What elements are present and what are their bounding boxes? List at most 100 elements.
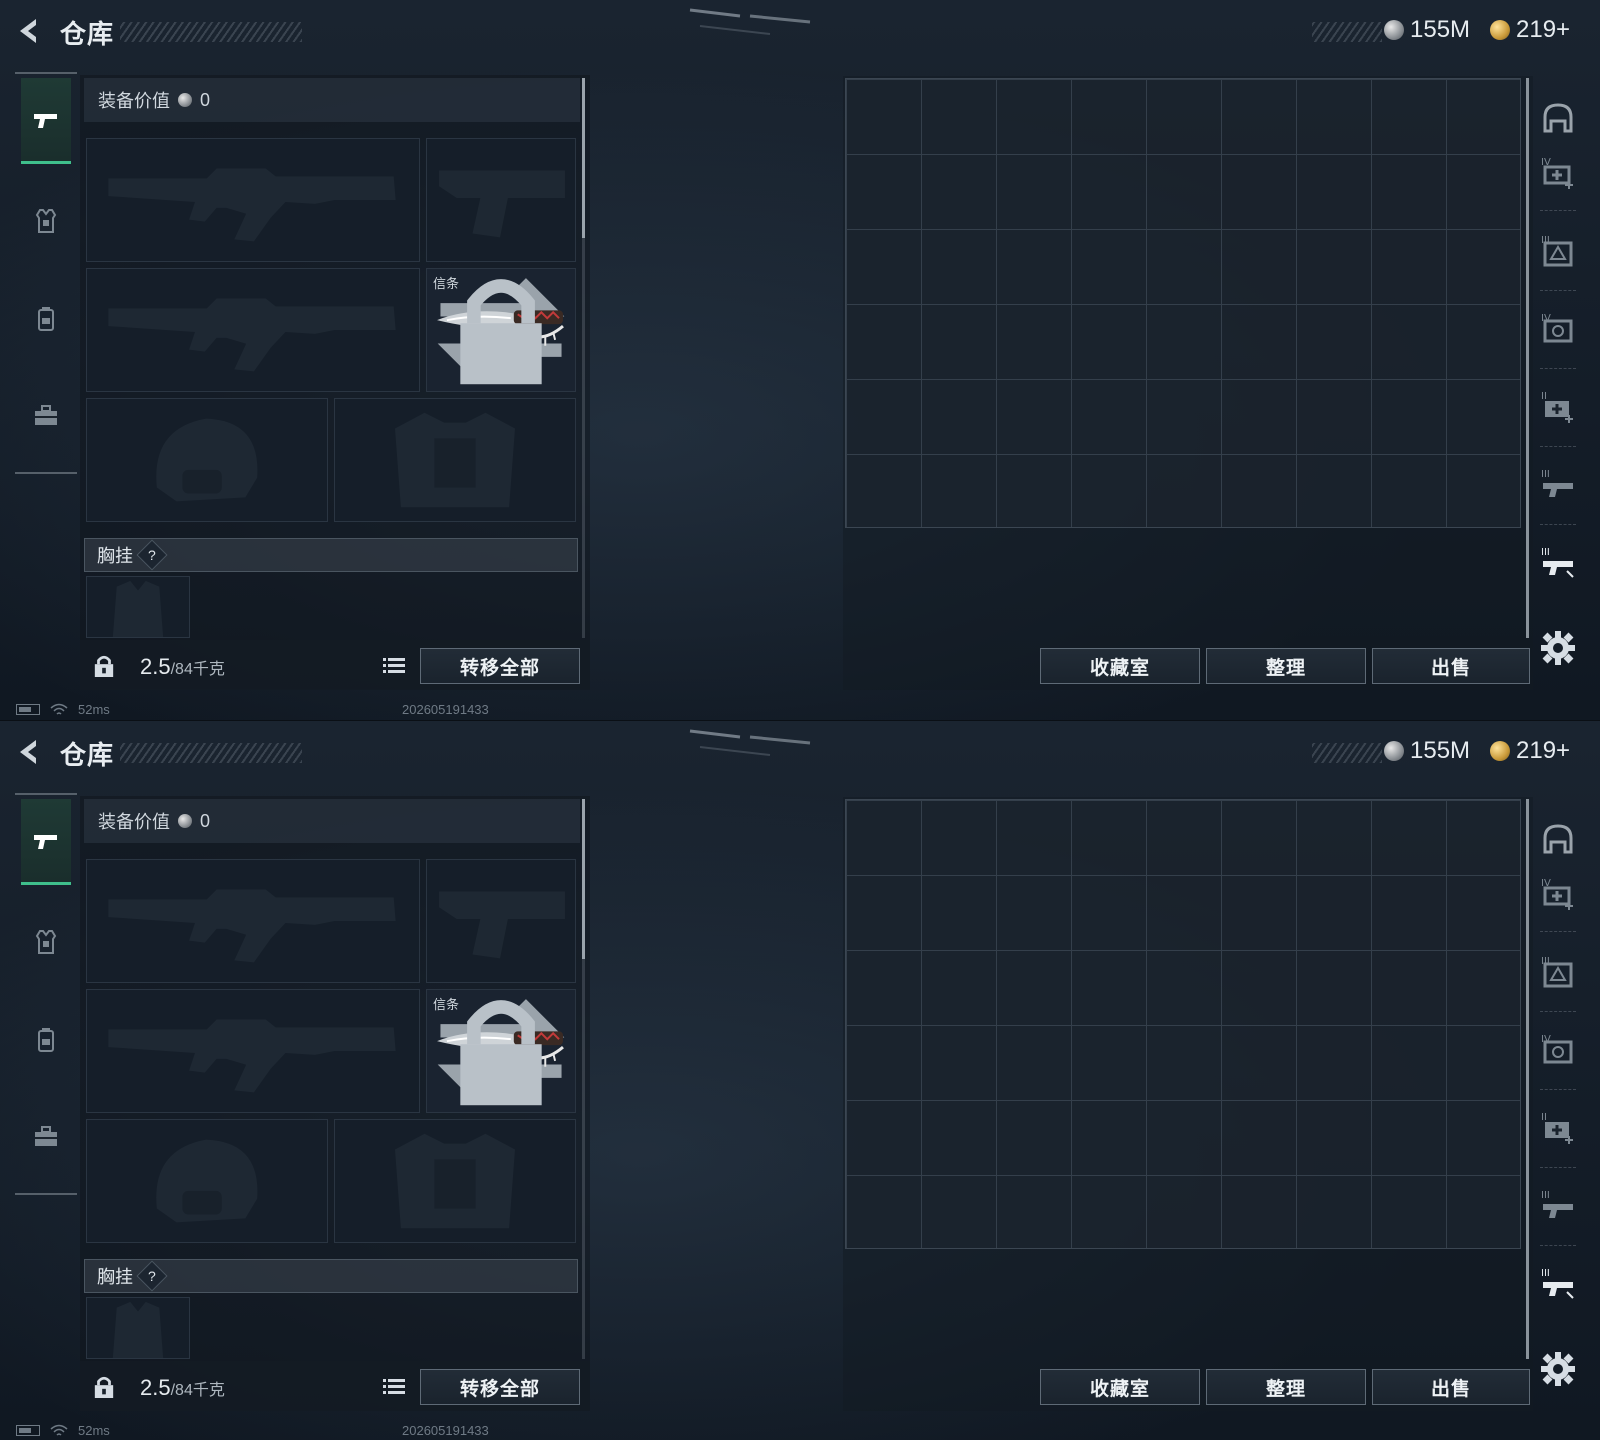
stash-tab-helmet[interactable] xyxy=(1536,819,1580,863)
tab-toolbox[interactable] xyxy=(21,1093,71,1179)
currency-decoration xyxy=(1312,743,1382,763)
silver-currency[interactable]: 155M xyxy=(1384,16,1470,44)
build-number: 202605191433 xyxy=(402,1423,489,1438)
tab-armor[interactable] xyxy=(21,899,71,985)
back-arrow-icon[interactable] xyxy=(14,16,44,46)
armor-silhouette-icon xyxy=(394,1133,516,1229)
stash-tab-armor-iii[interactable]: III xyxy=(1536,228,1580,272)
help-icon[interactable]: ? xyxy=(136,1260,168,1292)
chest-rig-silhouette-icon xyxy=(112,580,164,637)
warehouse-screen: 仓库 155M 219+ 装备价值 0 信条 胸挂 ? 2.5/84千克 转移全… xyxy=(0,0,1600,720)
settings-gear-icon[interactable] xyxy=(1538,1349,1578,1389)
chest-rig-slot[interactable] xyxy=(86,576,190,638)
chest-rig-label: 胸挂 xyxy=(97,546,133,566)
gold-currency[interactable]: 219+ xyxy=(1490,737,1570,765)
equipment-value-row: 装备价值 0 xyxy=(84,799,580,843)
page-title: 仓库 xyxy=(60,19,115,49)
rifle-silhouette-icon xyxy=(108,1019,396,1093)
helmet-icon xyxy=(1543,103,1573,133)
chest-rig-section: 胸挂 ? xyxy=(84,538,578,572)
stash-scrollbar[interactable] xyxy=(1526,78,1529,638)
sell-button[interactable]: 出售 xyxy=(1372,1369,1530,1405)
tertiary-weapon-slot[interactable] xyxy=(86,989,420,1113)
back-arrow-icon[interactable] xyxy=(14,737,44,767)
secondary-weapon-slot[interactable] xyxy=(426,859,576,983)
gun-iii-icon: III xyxy=(1541,1190,1573,1218)
carry-weight: 2.5/84千克 xyxy=(140,1375,225,1400)
stash-scrollbar[interactable] xyxy=(1526,799,1529,1359)
tab-backpack[interactable] xyxy=(21,276,71,362)
transfer-all-button[interactable]: 转移全部 xyxy=(420,648,580,684)
stash-tab-armor-iii[interactable]: III xyxy=(1536,949,1580,993)
secondary-weapon-slot[interactable] xyxy=(426,138,576,262)
tab-backpack[interactable] xyxy=(21,997,71,1083)
stash-grid[interactable] xyxy=(845,78,1521,528)
rifle-silhouette-icon xyxy=(108,168,396,242)
body-armor-slot[interactable] xyxy=(334,398,576,522)
stash-tab-armor-iv[interactable]: IV xyxy=(1536,306,1580,350)
gold-coin-icon xyxy=(1490,20,1510,40)
silver-currency[interactable]: 155M xyxy=(1384,737,1470,765)
sell-button[interactable]: 出售 xyxy=(1372,648,1530,684)
gold-currency[interactable]: 219+ xyxy=(1490,16,1570,44)
stash-grid[interactable] xyxy=(845,799,1521,1249)
list-view-icon[interactable] xyxy=(376,1369,412,1405)
primary-weapon-slot[interactable] xyxy=(86,138,420,262)
collection-room-button[interactable]: 收藏室 xyxy=(1040,648,1200,684)
loadout-scrollbar[interactable] xyxy=(582,78,585,238)
melee-slot[interactable]: 信条 xyxy=(426,989,576,1113)
stash-tab-medkit-ii[interactable]: II xyxy=(1536,384,1580,428)
sort-button[interactable]: 整理 xyxy=(1206,1369,1366,1405)
stash-tab-medkit-iv[interactable]: IV xyxy=(1536,150,1580,194)
gold-coin-icon xyxy=(1490,741,1510,761)
backpack-icon xyxy=(38,307,54,331)
stash-tab-medkit-ii[interactable]: II xyxy=(1536,1105,1580,1149)
armor-vest-icon xyxy=(35,209,57,233)
primary-weapon-slot[interactable] xyxy=(86,859,420,983)
lock-icon[interactable] xyxy=(84,1369,124,1405)
melee-slot[interactable]: 信条 xyxy=(426,268,576,392)
stash-tab-gun-iii-active[interactable]: III xyxy=(1536,1261,1580,1305)
tab-armor[interactable] xyxy=(21,178,71,264)
backpack-icon xyxy=(38,1028,54,1052)
stash-tab-armor-iv[interactable]: IV xyxy=(1536,1027,1580,1071)
silver-amount: 155M xyxy=(1410,737,1471,764)
chest-rig-silhouette-icon xyxy=(112,1301,164,1358)
tab-toolbox[interactable] xyxy=(21,372,71,458)
lock-icon xyxy=(460,1000,542,1106)
transfer-all-button[interactable]: 转移全部 xyxy=(420,1369,580,1405)
equipment-value-row: 装备价值 0 xyxy=(84,78,580,122)
helmet-slot[interactable] xyxy=(86,1119,328,1243)
help-icon[interactable]: ? xyxy=(136,539,168,571)
stash-tab-gun-iii-active[interactable]: III xyxy=(1536,540,1580,584)
equipment-value-label: 装备价值 xyxy=(98,812,170,832)
armor-iv-icon: IV xyxy=(1541,313,1573,343)
pistol-silhouette-icon xyxy=(439,891,565,959)
ping: 52ms xyxy=(78,702,110,717)
pistol-icon xyxy=(34,834,57,849)
tab-weapons[interactable] xyxy=(21,799,71,885)
svg-text:II: II xyxy=(1541,1112,1547,1123)
battery-icon xyxy=(16,1425,40,1436)
tertiary-weapon-slot[interactable] xyxy=(86,268,420,392)
stash-tab-gun-iii[interactable]: III xyxy=(1536,462,1580,506)
collection-room-button[interactable]: 收藏室 xyxy=(1040,1369,1200,1405)
tab-weapons[interactable] xyxy=(21,78,71,164)
rifle-silhouette-icon xyxy=(108,298,396,372)
settings-gear-icon[interactable] xyxy=(1538,628,1578,668)
list-view-icon[interactable] xyxy=(376,648,412,684)
medkit-iv-icon: IV xyxy=(1541,878,1573,910)
svg-text:III: III xyxy=(1541,547,1550,558)
stash-tab-medkit-iv[interactable]: IV xyxy=(1536,871,1580,915)
armor-silhouette-icon xyxy=(394,412,516,508)
body-armor-slot[interactable] xyxy=(334,1119,576,1243)
stash-tab-helmet[interactable] xyxy=(1536,98,1580,142)
status-bar: 52ms xyxy=(16,702,110,717)
helmet-slot[interactable] xyxy=(86,398,328,522)
sort-button[interactable]: 整理 xyxy=(1206,648,1366,684)
stash-tab-gun-iii[interactable]: III xyxy=(1536,1183,1580,1227)
chest-rig-slot[interactable] xyxy=(86,1297,190,1359)
lock-icon[interactable] xyxy=(84,648,124,684)
status-bar: 52ms xyxy=(16,1423,110,1438)
loadout-scrollbar[interactable] xyxy=(582,799,585,959)
